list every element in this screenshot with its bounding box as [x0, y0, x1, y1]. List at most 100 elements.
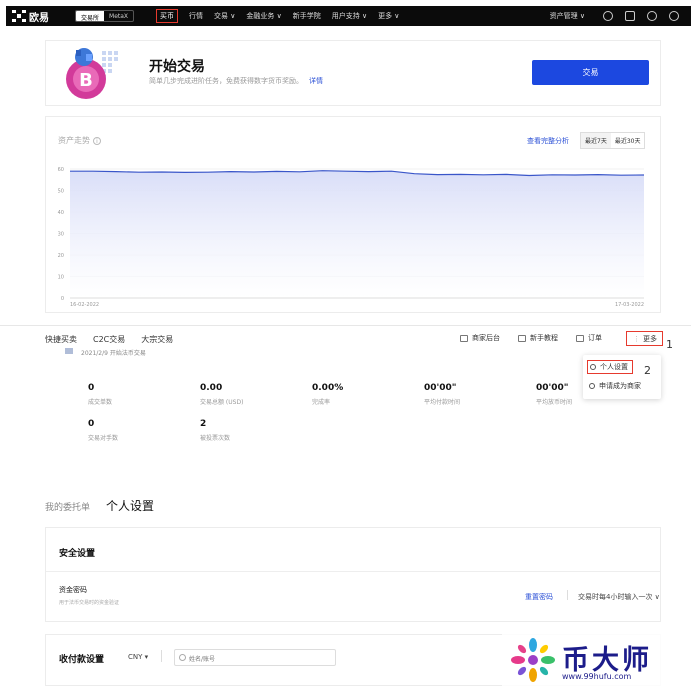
menu-item-become-merchant[interactable]: 申请成为商家 — [589, 381, 641, 391]
stat-release-time: 00'00" 平均放币时间 — [536, 383, 572, 406]
y-tick-label: 10 — [58, 275, 64, 281]
y-tick-label: 0 — [61, 296, 64, 302]
document-icon — [576, 334, 584, 342]
tutorial-label: 新手教程 — [530, 334, 558, 342]
fund-password-label: 资金密码 — [59, 586, 87, 594]
bell-icon[interactable] — [647, 11, 657, 21]
user-icon[interactable] — [603, 11, 613, 21]
merchant-icon — [589, 383, 595, 389]
menu-item-personal-settings[interactable]: 个人设置 — [587, 360, 633, 374]
asset-trend-chart: 0 10 20 30 40 50 60 16-02-2022 17-03-2022 — [58, 167, 645, 308]
stat-completion: 0.00% 完成率 — [312, 383, 343, 406]
nav-markets[interactable]: 行情 — [189, 11, 203, 21]
y-tick-label: 60 — [58, 167, 64, 173]
c2c-subnav: 快捷买卖 C2C交易 大宗交易 商家后台 新手教程 订单 — [0, 325, 691, 345]
stat-value: 0 — [88, 383, 95, 393]
divider — [46, 571, 660, 572]
settings-tabs: 我的委托单 个人设置 — [45, 497, 170, 514]
stat-value: 0 — [88, 419, 95, 429]
dots-icon: ⋮ — [633, 335, 640, 343]
asset-trend-card: 资产走势 i 查看完整分析 最近7天 最近30天 0 10 20 30 40 50 60 16-… — [45, 116, 661, 313]
tab-c2c[interactable]: C2C交易 — [93, 334, 125, 345]
tab-my-orders[interactable]: 我的委托单 — [45, 500, 90, 513]
stat-label: 平均付款时间 — [424, 399, 461, 406]
nav-support[interactable]: 用户支持 ∨ — [332, 11, 367, 21]
topbar-right: 资产管理 ∨ — [550, 6, 691, 26]
trade-start-date: 2021/2/9 开始法币交易 — [81, 350, 146, 357]
subnav-right: 商家后台 新手教程 订单 — [460, 333, 620, 343]
watermark: 币大师 www.99hufu.com — [502, 634, 691, 686]
watermark-logo — [511, 638, 555, 682]
y-tick-label: 50 — [58, 189, 64, 195]
main-nav: 买币 行情 交易 ∨ 金融业务 ∨ 新手学院 用户支持 ∨ 更多 ∨ — [156, 6, 410, 26]
y-tick-label: 30 — [58, 232, 64, 238]
y-tick-label: 40 — [58, 210, 64, 216]
become-merchant-label: 申请成为商家 — [599, 382, 641, 390]
nav-more[interactable]: 更多 ∨ — [378, 11, 399, 21]
security-settings-card: 安全设置 资金密码 用于法币交易时的资金验证 重置密码 交易时每4小时输入一次 … — [45, 527, 661, 622]
asset-management-menu[interactable]: 资产管理 ∨ — [550, 11, 585, 21]
stat-value: 00'00" — [424, 383, 457, 393]
nav-finance[interactable]: 金融业务 ∨ — [246, 11, 281, 21]
nav-buy-crypto[interactable]: 买币 — [156, 9, 178, 23]
password-frequency-select[interactable]: 交易时每4小时输入一次 ∨ — [578, 592, 660, 602]
stat-counterparties: 0 交易对手数 — [88, 419, 118, 442]
nav-trade[interactable]: 交易 ∨ — [214, 11, 235, 21]
hero-details-link[interactable]: 详情 — [309, 77, 323, 85]
security-title: 安全设置 — [59, 549, 96, 559]
video-icon — [518, 334, 526, 342]
hero-subtitle: 简单几步完成进阶任务，免费获得数字货币奖励。 详情 — [149, 76, 323, 86]
currency-select[interactable]: CNY ▾ — [128, 653, 148, 661]
tab-block-trade[interactable]: 大宗交易 — [141, 334, 173, 345]
tutorial-link[interactable]: 新手教程 — [518, 333, 558, 343]
platform-switch: 交易所 MetaX — [75, 10, 135, 22]
divider — [161, 650, 162, 662]
tab-quick-trade[interactable]: 快捷买卖 — [45, 334, 77, 345]
seg-exchange[interactable]: 交易所 — [76, 11, 105, 21]
stat-label: 交易对手数 — [88, 435, 119, 442]
stat-value: 2 — [200, 419, 207, 429]
globe-icon[interactable] — [669, 11, 679, 21]
stat-votes: 2 被投票次数 — [200, 419, 230, 442]
download-icon[interactable] — [625, 11, 635, 21]
reset-password-link[interactable]: 重置密码 — [525, 592, 553, 602]
orders-label: 订单 — [588, 334, 602, 342]
stat-label: 完成率 — [312, 399, 331, 406]
more-menu-button[interactable]: ⋮ 更多 — [626, 331, 663, 346]
merchant-stats-header: 2021/2/9 开始法币交易 — [65, 348, 146, 357]
payment-search-input[interactable] — [174, 649, 336, 666]
logo-text: 欧易 — [29, 12, 49, 24]
monitor-icon — [460, 334, 468, 342]
merchant-dashboard-link[interactable]: 商家后台 — [460, 333, 500, 343]
top-navbar: 欧易 交易所 MetaX 买币 行情 交易 ∨ 金融业务 ∨ 新手学院 用户支持… — [6, 6, 691, 26]
more-label: 更多 — [643, 335, 657, 343]
stat-volume: 0.00 交易总额 (USD) — [200, 383, 243, 406]
okx-logo[interactable]: 欧易 — [12, 9, 62, 24]
stat-label: 被投票次数 — [200, 435, 231, 442]
merchant-dashboard-label: 商家后台 — [472, 334, 500, 342]
stat-value: 0.00% — [312, 383, 344, 393]
payment-title: 收付款设置 — [59, 655, 105, 665]
stat-label: 交易总额 (USD) — [200, 399, 244, 406]
step-annotation-1: 1 — [666, 338, 673, 351]
tab-personal-settings[interactable]: 个人设置 — [106, 497, 154, 514]
start-trading-banner: B 开始交易 简单几步完成进阶任务，免费获得数字货币奖励。 详情 交易 — [45, 40, 661, 106]
nav-academy[interactable]: 新手学院 — [293, 11, 321, 21]
orders-link[interactable]: 订单 — [576, 333, 602, 343]
trade-button[interactable]: 交易 — [532, 60, 649, 85]
divider — [567, 590, 568, 600]
stat-label: 成交单数 — [88, 399, 113, 406]
svg-text:B: B — [79, 70, 93, 91]
crypto-coin-illustration: B — [66, 48, 118, 99]
watermark-url: www.99hufu.com — [562, 672, 632, 681]
personal-settings-label: 个人设置 — [600, 363, 628, 371]
x-tick-label: 16-02-2022 — [70, 302, 99, 308]
seg-metax[interactable]: MetaX — [104, 11, 133, 21]
more-dropdown: 个人设置 申请成为商家 — [583, 355, 661, 399]
hero-subtitle-text: 简单几步完成进阶任务，免费获得数字货币奖励。 — [149, 77, 303, 85]
stat-value: 00'00" — [536, 383, 569, 393]
step-annotation-2: 2 — [644, 364, 651, 377]
stat-value: 0.00 — [200, 383, 223, 393]
hero-title: 开始交易 — [149, 59, 205, 75]
y-tick-label: 20 — [58, 253, 64, 259]
